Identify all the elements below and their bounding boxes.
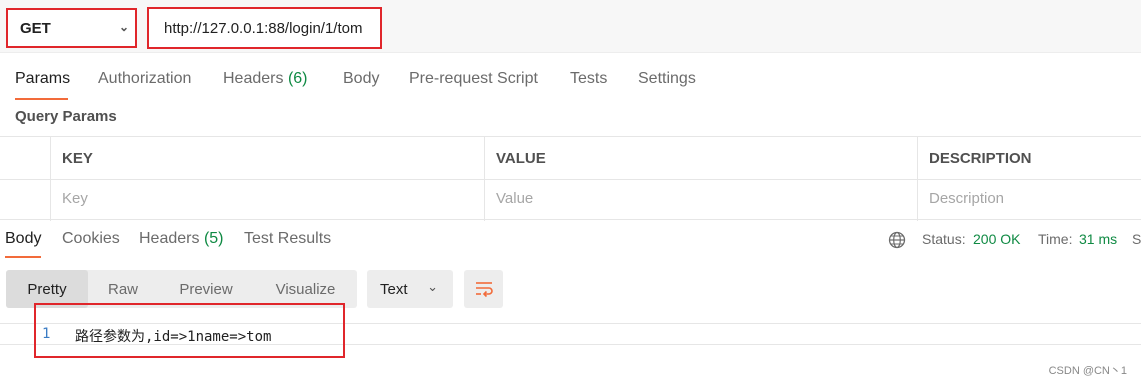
tab-params[interactable]: Params [15, 70, 70, 88]
status-badge[interactable]: 200 OK [973, 231, 1020, 247]
tab-headers-label: Headers [223, 70, 284, 87]
active-response-tab-indicator [5, 256, 41, 258]
time-label: Time: [1038, 231, 1073, 247]
column-header-key: KEY [62, 150, 93, 167]
tab-headers[interactable]: Headers (6) [223, 70, 308, 88]
watermark: CSDN @CN丶1 [1048, 365, 1127, 377]
response-tab-cookies[interactable]: Cookies [62, 230, 120, 248]
column-header-value: VALUE [496, 150, 546, 167]
highlight-box [34, 303, 345, 358]
response-tab-body[interactable]: Body [5, 230, 41, 248]
value-input[interactable]: Value [496, 190, 533, 207]
request-url-bar: GET ⌄ http://127.0.0.1:88/login/1/tom [0, 0, 1141, 53]
table-row-divider [0, 179, 1141, 180]
tab-authorization[interactable]: Authorization [98, 70, 191, 88]
url-input[interactable]: http://127.0.0.1:88/login/1/tom [147, 7, 382, 49]
column-divider [50, 137, 51, 221]
chevron-down-icon: ⌄ [427, 279, 438, 294]
globe-icon[interactable] [888, 231, 906, 249]
format-label: Text [380, 280, 408, 298]
description-input[interactable]: Description [929, 190, 1004, 207]
active-tab-indicator [15, 98, 68, 100]
chevron-down-icon: ⌄ [118, 20, 129, 34]
time-value: 31 ms [1079, 231, 1118, 247]
tab-body[interactable]: Body [343, 70, 379, 88]
tab-settings[interactable]: Settings [638, 70, 696, 88]
method-label: GET [20, 19, 51, 37]
url-text: http://127.0.0.1:88/login/1/tom [164, 19, 363, 37]
time-badge[interactable]: 31 ms [1079, 231, 1117, 247]
method-select[interactable]: GET ⌄ [6, 8, 137, 48]
status-value: 200 OK [973, 231, 1021, 247]
column-header-description: DESCRIPTION [929, 150, 1032, 167]
format-select[interactable]: Text ⌄ [367, 270, 453, 308]
column-divider [917, 137, 918, 221]
tab-headers-count: (6) [287, 70, 308, 87]
wrap-lines-button[interactable] [464, 270, 503, 308]
status-label: Status: [922, 231, 966, 247]
tab-tests[interactable]: Tests [570, 70, 607, 88]
size-label-truncated: S [1132, 231, 1141, 247]
key-input[interactable]: Key [62, 190, 88, 207]
wrap-lines-icon [475, 282, 493, 298]
tab-pre-request-script[interactable]: Pre-request Script [409, 70, 538, 88]
column-divider [484, 137, 485, 221]
query-params-table: KEY VALUE DESCRIPTION Key Value Descript… [0, 136, 1141, 221]
response-tab-headers-label: Headers [139, 230, 200, 247]
response-tab-headers[interactable]: Headers (5) [139, 230, 224, 248]
response-tab-headers-count: (5) [203, 230, 224, 247]
query-params-title: Query Params [15, 108, 117, 125]
response-tab-test-results[interactable]: Test Results [244, 230, 331, 248]
